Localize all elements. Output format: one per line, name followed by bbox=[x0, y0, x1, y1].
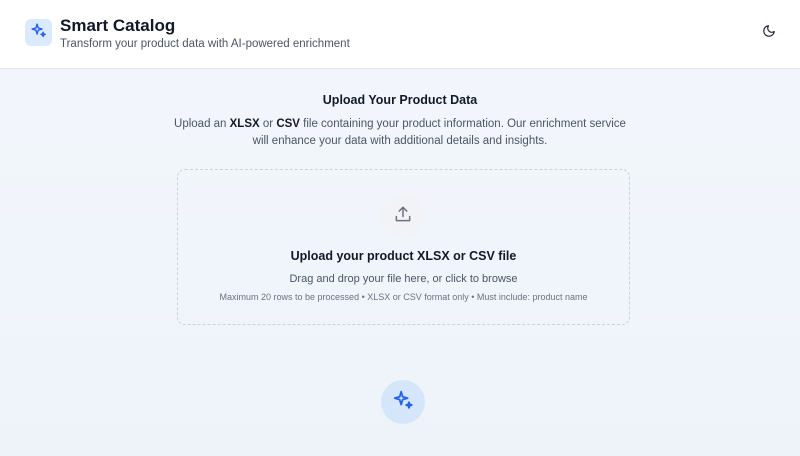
dropzone-hint: Drag and drop your file here, or click t… bbox=[289, 273, 518, 285]
dropzone-title: Upload your product XLSX or CSV file bbox=[290, 249, 517, 263]
sparkles-icon bbox=[30, 22, 47, 44]
app-title: Smart Catalog bbox=[60, 16, 176, 35]
description-prefix: Upload an bbox=[174, 118, 230, 130]
theme-toggle-button[interactable] bbox=[758, 22, 780, 44]
section-title: Upload Your Product Data bbox=[322, 93, 478, 107]
file-dropzone[interactable]: Upload your product XLSX or CSV file Dra… bbox=[177, 169, 630, 325]
app-logo bbox=[25, 19, 52, 46]
upload-icon bbox=[393, 204, 413, 229]
description-suffix: file containing your product information… bbox=[252, 118, 626, 147]
format-xlsx: XLSX bbox=[229, 118, 260, 130]
upload-icon-container bbox=[381, 194, 425, 238]
sparkles-icon bbox=[392, 389, 414, 416]
dropzone-note: Maximum 20 rows to be processed • XLSX o… bbox=[219, 292, 588, 302]
ai-enrich-button[interactable] bbox=[381, 380, 425, 424]
app-subtitle: Transform your product data with AI-powe… bbox=[60, 38, 350, 50]
moon-icon bbox=[762, 24, 776, 43]
description-middle: or bbox=[259, 118, 277, 130]
format-csv: CSV bbox=[276, 118, 300, 130]
section-description: Upload an XLSX or CSV file containing yo… bbox=[170, 116, 630, 150]
app-header: Smart Catalog Transform your product dat… bbox=[0, 0, 800, 69]
